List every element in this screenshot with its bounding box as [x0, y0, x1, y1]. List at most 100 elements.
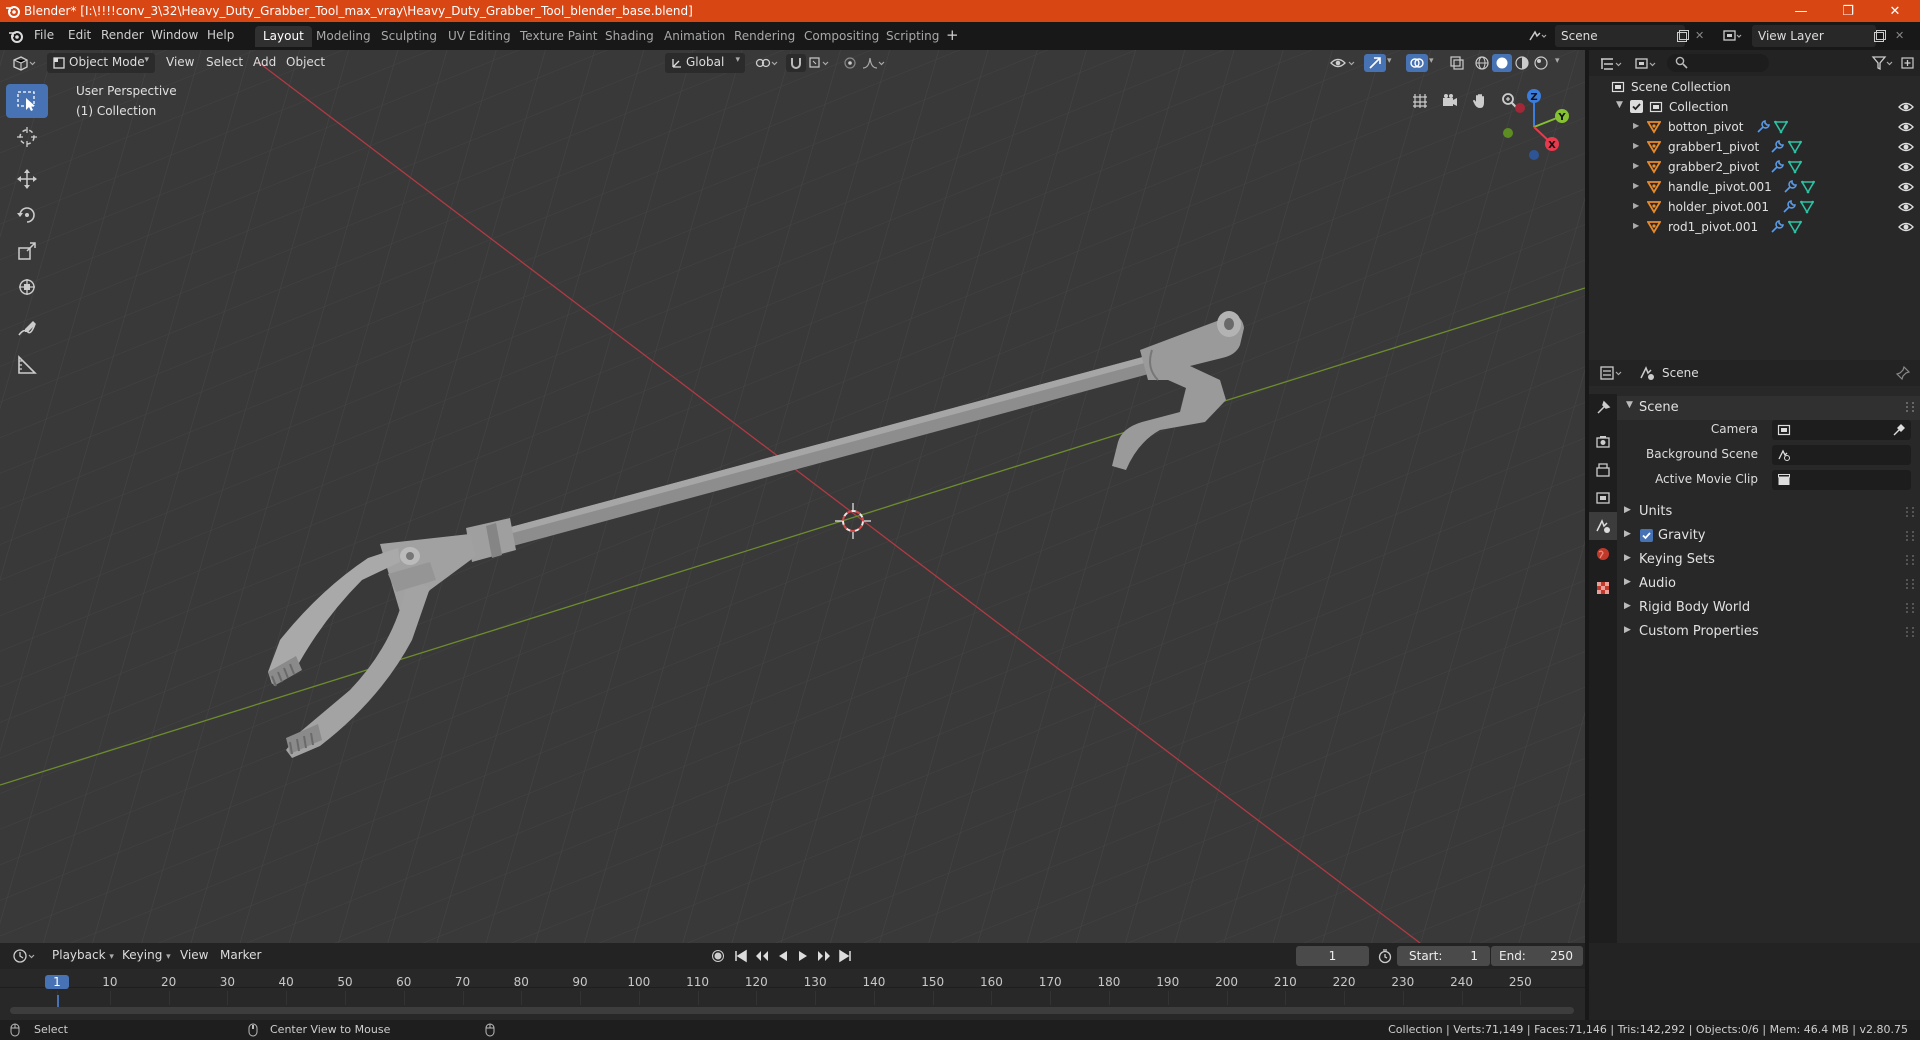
background-scene-field[interactable]	[1772, 445, 1911, 465]
render-tab-icon[interactable]	[1589, 428, 1617, 456]
modifier-wrench-icon[interactable]	[1770, 160, 1784, 174]
tab-shading[interactable]: Shading	[597, 26, 662, 47]
tab-uv-editing[interactable]: UV Editing	[440, 26, 519, 47]
drag-handle-icon[interactable]	[1906, 603, 1914, 613]
menu-file[interactable]: File	[34, 28, 54, 42]
expand-arrow-icon[interactable]: ▶	[1633, 201, 1639, 210]
gizmo-dropdown-icon[interactable]: ▾	[1387, 56, 1392, 66]
jump-end-icon[interactable]	[838, 949, 852, 963]
visibility-selectable-icon[interactable]	[1330, 55, 1358, 71]
mesh-data-icon[interactable]	[1774, 120, 1788, 134]
next-keyframe-icon[interactable]	[816, 949, 832, 963]
add-workspace-button[interactable]: +	[946, 26, 959, 44]
drag-handle-icon[interactable]	[1906, 579, 1914, 589]
viewport-menu-view[interactable]: View	[160, 53, 200, 73]
texture-tab-icon[interactable]	[1589, 574, 1617, 602]
move-tool[interactable]	[6, 162, 48, 196]
expand-arrow-icon[interactable]: ▶	[1633, 161, 1639, 170]
keying-menu[interactable]: Keying ▾	[116, 946, 177, 966]
tab-texture-paint[interactable]: Texture Paint	[512, 26, 605, 47]
modifier-wrench-icon[interactable]	[1756, 120, 1770, 134]
3d-viewport[interactable]: Object Mode ▾ View Select Add Object Glo…	[0, 50, 1585, 943]
modifier-wrench-icon[interactable]	[1770, 140, 1784, 154]
new-scene-icon[interactable]	[1676, 29, 1690, 43]
select-box-tool[interactable]	[6, 84, 48, 118]
expand-arrow-icon[interactable]: ▶	[1633, 181, 1639, 190]
snap-target-icon[interactable]	[808, 55, 834, 71]
subpanel-header[interactable]: ▶ Audio	[1617, 572, 1920, 596]
outliner-search-input[interactable]	[1667, 54, 1769, 72]
tab-modeling[interactable]: Modeling	[308, 26, 379, 47]
mode-selector[interactable]: Object Mode ▾	[47, 53, 155, 73]
tab-layout[interactable]: Layout	[255, 26, 312, 47]
active-movie-clip-field[interactable]	[1772, 470, 1911, 490]
snap-toggle-icon[interactable]	[786, 54, 806, 72]
filter-icon[interactable]	[1871, 55, 1897, 71]
world-tab-icon[interactable]	[1589, 540, 1617, 568]
shading-dropdown-icon[interactable]: ▾	[1555, 56, 1560, 66]
scene-selector-icon[interactable]	[1527, 28, 1547, 44]
tab-scripting[interactable]: Scripting	[878, 26, 947, 47]
expand-arrow-icon[interactable]: ▶	[1633, 121, 1639, 130]
proportional-edit-icon[interactable]	[842, 55, 858, 71]
camera-view-icon[interactable]	[1437, 88, 1463, 114]
solid-shading-icon[interactable]	[1492, 54, 1512, 72]
mesh-data-icon[interactable]	[1788, 140, 1802, 154]
drag-handle-icon[interactable]	[1906, 531, 1914, 541]
drag-handle-icon[interactable]	[1906, 507, 1914, 517]
eyedropper-icon[interactable]	[1892, 423, 1906, 437]
subpanel-header[interactable]: ▶ Gravity	[1617, 524, 1920, 548]
preview-range-icon[interactable]	[1377, 948, 1393, 964]
tab-animation[interactable]: Animation	[656, 26, 733, 47]
timeline-view-menu[interactable]: View	[174, 946, 214, 966]
timeline-editor[interactable]: Playback ▾ Keying ▾ View Marker 1 Start:…	[0, 943, 1585, 1020]
outliner-object-row[interactable]: ▶ handle_pivot.001	[1589, 177, 1920, 197]
prev-keyframe-icon[interactable]	[754, 949, 770, 963]
properties-editor-type-icon[interactable]	[1599, 365, 1625, 381]
drag-handle-icon[interactable]	[1906, 402, 1914, 412]
new-view-layer-icon[interactable]	[1873, 29, 1887, 43]
grid-view-icon[interactable]	[1407, 88, 1433, 114]
current-frame-field[interactable]: 1	[1296, 946, 1369, 966]
eye-icon[interactable]	[1898, 180, 1914, 194]
record-icon[interactable]	[711, 949, 725, 963]
transform-orientation-dropdown[interactable]: Global ▾	[665, 53, 745, 73]
pin-icon[interactable]	[1896, 366, 1910, 380]
view-layer-tab-icon[interactable]	[1589, 484, 1617, 512]
mesh-data-icon[interactable]	[1800, 200, 1814, 214]
minimize-button[interactable]: —	[1779, 0, 1823, 22]
outliner-object-row[interactable]: ▶ botton_pivot	[1589, 117, 1920, 137]
view-layer-selector-icon[interactable]	[1722, 28, 1744, 44]
menu-help[interactable]: Help	[207, 28, 234, 42]
checkbox-icon[interactable]	[1630, 100, 1643, 113]
mesh-data-icon[interactable]	[1788, 220, 1802, 234]
xray-toggle-icon[interactable]	[1449, 55, 1465, 71]
cursor-tool[interactable]	[6, 120, 48, 154]
play-icon[interactable]	[796, 949, 810, 963]
view-layer-name-field[interactable]: View Layer	[1752, 25, 1876, 47]
blender-menu-icon[interactable]	[8, 28, 24, 44]
pan-view-icon[interactable]	[1467, 88, 1493, 114]
scene-tab-icon[interactable]	[1589, 512, 1617, 540]
scene-name-field[interactable]: Scene	[1555, 25, 1685, 47]
display-mode-icon[interactable]	[1634, 56, 1660, 72]
end-frame-field[interactable]: End: 250	[1491, 946, 1583, 966]
outliner-collection-row[interactable]: ▼ Collection	[1589, 97, 1920, 117]
tab-sculpting[interactable]: Sculpting	[373, 26, 445, 47]
scale-tool[interactable]	[6, 234, 48, 268]
expand-arrow-icon[interactable]: ▶	[1633, 141, 1639, 150]
subpanel-header[interactable]: ▶ Custom Properties	[1617, 620, 1920, 644]
rotate-tool[interactable]	[6, 198, 48, 232]
material-shading-icon[interactable]	[1514, 55, 1530, 71]
menu-window[interactable]: Window	[151, 28, 198, 42]
scene-panel-header[interactable]: ▼ Scene	[1617, 396, 1920, 420]
rendered-shading-icon[interactable]	[1533, 55, 1549, 71]
maximize-button[interactable]: ❐	[1826, 0, 1870, 22]
outliner-object-row[interactable]: ▶ grabber2_pivot	[1589, 157, 1920, 177]
overlay-dropdown-icon[interactable]: ▾	[1429, 56, 1434, 66]
menu-edit[interactable]: Edit	[68, 28, 91, 42]
new-collection-icon[interactable]	[1900, 55, 1916, 71]
camera-field[interactable]	[1772, 420, 1911, 440]
drag-handle-icon[interactable]	[1906, 627, 1914, 637]
play-reverse-icon[interactable]	[776, 949, 790, 963]
